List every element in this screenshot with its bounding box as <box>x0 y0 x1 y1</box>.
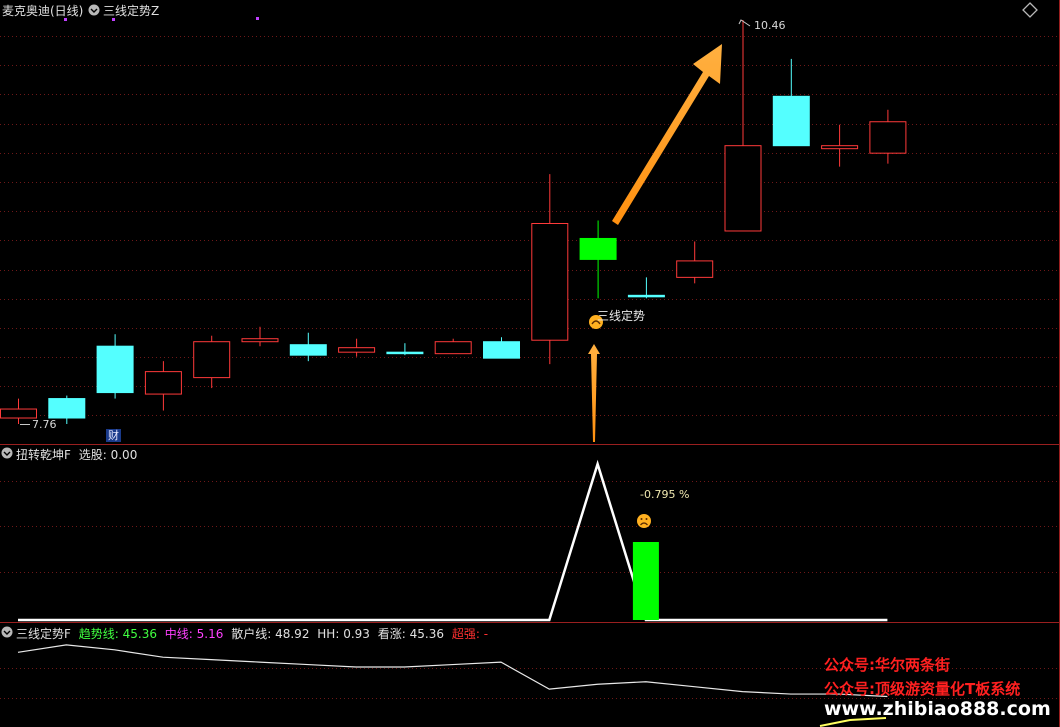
main-header: 麦克奥迪(日线) <box>2 2 83 19</box>
candle <box>627 277 665 299</box>
trend-label: 趋势线: <box>78 627 119 641</box>
arrow-diagonal-icon <box>612 44 722 225</box>
candle <box>144 361 182 411</box>
bottom-series <box>17 644 888 698</box>
candle-body <box>434 341 472 355</box>
pick-value: 0.00 <box>110 448 138 462</box>
candle-body <box>241 338 279 343</box>
middle-series <box>18 459 888 622</box>
main-collapse-icon[interactable] <box>88 4 100 16</box>
hh-value: 0.93 <box>343 627 370 641</box>
bottom-yellow-line <box>819 717 887 727</box>
candle-body <box>579 237 617 260</box>
candle <box>676 241 714 284</box>
candle <box>193 335 231 389</box>
candle-body <box>676 260 714 278</box>
trend-value: 45.36 <box>122 627 157 641</box>
expand-diamond-icon[interactable] <box>1022 2 1038 18</box>
candle <box>772 58 810 147</box>
candle-body <box>0 408 37 419</box>
candle-body <box>193 341 231 379</box>
candle-body <box>386 351 424 355</box>
candle <box>241 326 279 347</box>
low-price-label: 7.76 <box>32 418 57 431</box>
purple-marks <box>64 17 259 21</box>
high-price-label: 10.46 <box>754 19 786 32</box>
bull-label: 看涨: <box>377 627 406 641</box>
candle <box>579 220 617 299</box>
bottom-grid <box>0 668 1060 699</box>
candle <box>386 343 424 356</box>
candle <box>531 174 569 365</box>
candle-body <box>96 345 134 394</box>
retail-line <box>17 644 888 698</box>
candle <box>434 338 472 355</box>
candle-body <box>531 222 569 341</box>
bull-value: 45.36 <box>409 627 444 641</box>
bottom-indicator-name[interactable]: 三线定势F <box>16 627 71 641</box>
stock-title: 麦克奥迪(日线) <box>2 4 84 18</box>
candle-body <box>483 341 520 359</box>
candle-body <box>289 344 327 356</box>
bottom-collapse-icon[interactable] <box>1 626 13 638</box>
middle-indicator-name[interactable]: 扭转乾坤F <box>16 448 71 462</box>
candle-body <box>821 145 859 150</box>
candle <box>96 334 134 399</box>
percent-label: -0.795 % <box>640 488 690 501</box>
hh-label: HH: <box>317 627 340 641</box>
signal-bar <box>632 542 659 620</box>
panel-borders <box>0 0 1060 727</box>
retail-value: 48.92 <box>275 627 310 641</box>
retail-label: 散户线: <box>231 627 272 641</box>
candle-body <box>869 121 907 154</box>
middle-collapse-icon[interactable] <box>1 447 13 459</box>
bottom-header: 三线定势F 趋势线: 45.36 中线: 5.16 散户线: 48.92 HH:… <box>16 625 488 642</box>
candlestick-series <box>0 20 907 424</box>
mid-value: 5.16 <box>196 627 224 641</box>
strong-value: - <box>483 627 489 641</box>
middle-grid <box>0 481 1060 573</box>
candle <box>869 109 907 164</box>
main-grid <box>0 36 1060 416</box>
pick-label: 选股: <box>78 448 107 462</box>
candle-body <box>627 294 665 298</box>
candle-body <box>338 347 376 353</box>
candle-body <box>724 145 762 232</box>
candle-body <box>144 371 182 395</box>
candle <box>289 332 327 362</box>
main-indicator-name[interactable]: 三线定势Z <box>103 2 159 19</box>
pick-signal-line <box>18 459 888 622</box>
signal-label: 三线定势 <box>597 309 646 323</box>
sad-face-icon <box>637 514 651 528</box>
cai-badge[interactable]: 财 <box>106 429 121 442</box>
candle <box>483 337 520 359</box>
strong-label: 超强: <box>451 627 480 641</box>
candle <box>724 20 762 232</box>
high-marker-leader <box>738 19 751 27</box>
candle-body <box>772 95 810 147</box>
arrow-up-small-icon <box>588 344 600 442</box>
candle <box>338 338 376 357</box>
middle-header: 扭转乾坤F 选股: 0.00 <box>16 446 137 463</box>
candle <box>821 124 859 167</box>
candle-body <box>48 398 86 419</box>
mid-label: 中线: <box>164 627 193 641</box>
